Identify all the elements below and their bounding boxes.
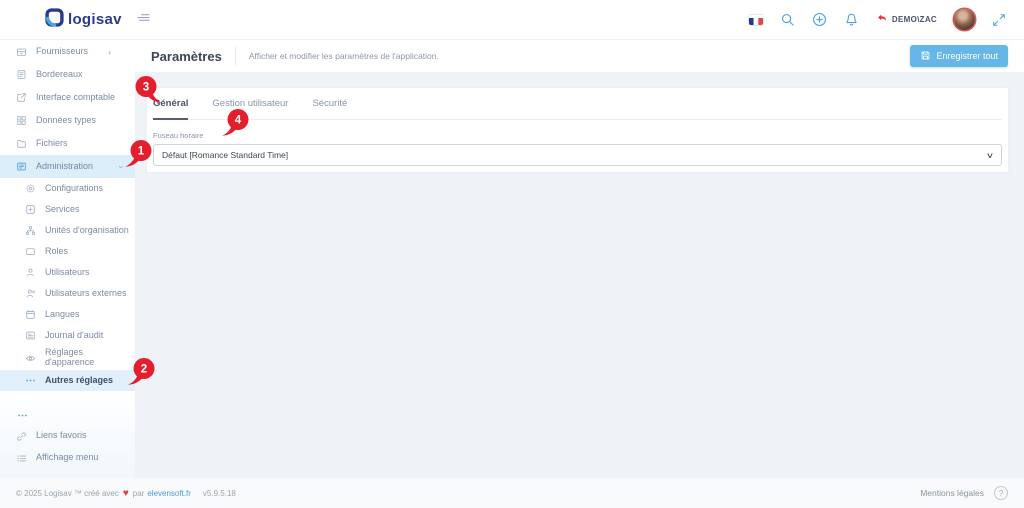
app-root: logisav bbox=[0, 0, 1024, 508]
sidebar-item-donnees-types[interactable]: Données types bbox=[0, 109, 135, 132]
chevron-right-icon: › bbox=[108, 47, 111, 57]
language-flag-icon[interactable] bbox=[749, 15, 763, 25]
chain-link-icon bbox=[16, 431, 27, 442]
sidebar-bottom-section: Liens favoris Affichage menu bbox=[0, 402, 135, 478]
sidebar-item-configurations[interactable]: Configurations bbox=[0, 178, 135, 199]
page-header: Paramètres Afficher et modifier les para… bbox=[135, 40, 1024, 72]
ellipsis-icon bbox=[25, 375, 36, 386]
user-avatar[interactable] bbox=[954, 9, 975, 30]
sidebar-item-roles[interactable]: Roles bbox=[0, 241, 135, 262]
admin-list-icon bbox=[16, 161, 27, 172]
top-header: logisav bbox=[0, 0, 1024, 40]
menu-toggle-icon[interactable] bbox=[136, 10, 151, 30]
ellipsis-icon bbox=[16, 410, 29, 421]
eye-icon bbox=[25, 353, 36, 364]
document-lines-icon bbox=[16, 69, 27, 80]
sidebar-item-reglages-apparence[interactable]: Réglages d'apparence bbox=[0, 346, 135, 370]
notifications-bell-icon[interactable] bbox=[844, 12, 859, 27]
svg-text:2: 2 bbox=[141, 363, 147, 375]
suppliers-box-icon bbox=[16, 46, 27, 57]
timezone-selected-value: Défaut [Romance Standard Time] bbox=[162, 150, 288, 160]
sidebar-item-affichage-menu[interactable]: Affichage menu bbox=[0, 447, 135, 469]
page-footer: © 2025 Logisav ™ créé avec ♥ par elevens… bbox=[0, 478, 1024, 508]
user-menu[interactable]: DEMO\ZAC bbox=[876, 11, 937, 29]
fullscreen-expand-icon[interactable] bbox=[992, 13, 1006, 27]
external-user-icon bbox=[25, 288, 36, 299]
copyright-text: © 2025 Logisav ™ créé avec bbox=[16, 489, 119, 498]
sidebar-item-bordereaux[interactable]: Bordereaux bbox=[0, 63, 135, 86]
audit-log-icon bbox=[25, 330, 36, 341]
tab-general[interactable]: Général bbox=[153, 98, 188, 109]
logo[interactable]: logisav bbox=[45, 8, 122, 32]
save-icon bbox=[920, 50, 931, 63]
select-chevron-icon: ∨ bbox=[986, 151, 994, 160]
sidebar-item-utilisateurs[interactable]: Utilisateurs bbox=[0, 262, 135, 283]
folder-icon bbox=[16, 138, 27, 149]
tab-gestion-utilisateur[interactable]: Gestion utilisateur bbox=[212, 98, 288, 109]
sidebar-item-langues[interactable]: Langues bbox=[0, 304, 135, 325]
user-icon bbox=[25, 267, 36, 278]
svg-text:1: 1 bbox=[138, 145, 145, 157]
settings-panel: Général Gestion utilisateur Sécurité Fus… bbox=[147, 88, 1008, 172]
by-text: par bbox=[133, 489, 145, 498]
help-icon[interactable]: ? bbox=[994, 486, 1008, 500]
sidebar-item-autres-reglages[interactable]: Autres réglages bbox=[0, 370, 135, 391]
elevensoft-link[interactable]: elevensoft.fr bbox=[147, 489, 191, 498]
topbar-actions: DEMO\ZAC bbox=[749, 9, 1006, 30]
version-label: v5.9.5.18 bbox=[203, 489, 236, 498]
sidebar-menu: Fournisseurs › Bordereaux Interface comp… bbox=[0, 40, 135, 391]
save-all-button[interactable]: Enregistrer tout bbox=[910, 45, 1008, 67]
sidebar-more-ellipsis[interactable] bbox=[0, 405, 135, 425]
sidebar-item-administration[interactable]: Administration › bbox=[0, 155, 135, 178]
sidebar: Fournisseurs › Bordereaux Interface comp… bbox=[0, 40, 135, 478]
impersonation-back-icon bbox=[876, 11, 888, 29]
sidebar-item-fichiers[interactable]: Fichiers bbox=[0, 132, 135, 155]
gear-icon bbox=[25, 183, 36, 194]
page-subtitle: Afficher et modifier les paramètres de l… bbox=[249, 51, 439, 61]
grid-icon bbox=[16, 115, 27, 126]
tab-bar: Général Gestion utilisateur Sécurité bbox=[153, 98, 1002, 120]
footer-right: Mentions légales ? bbox=[920, 486, 1008, 500]
sidebar-item-utilisateurs-externes[interactable]: Utilisateurs externes bbox=[0, 283, 135, 304]
plus-square-icon bbox=[25, 204, 36, 215]
sidebar-item-unites-organisation[interactable]: Unités d'organisation bbox=[0, 220, 135, 241]
sidebar-item-journal-audit[interactable]: Journal d'audit bbox=[0, 325, 135, 346]
title-divider bbox=[235, 47, 236, 65]
chevron-down-icon: › bbox=[117, 165, 127, 168]
sidebar-item-fournisseurs[interactable]: Fournisseurs › bbox=[0, 40, 135, 63]
org-chart-icon bbox=[25, 225, 36, 236]
sidebar-item-liens-favoris[interactable]: Liens favoris bbox=[0, 425, 135, 447]
calendar-icon bbox=[25, 309, 36, 320]
card-icon bbox=[25, 246, 36, 257]
heart-icon: ♥ bbox=[123, 488, 129, 499]
sidebar-item-services[interactable]: Services bbox=[0, 199, 135, 220]
mentions-legales-link[interactable]: Mentions légales bbox=[920, 488, 984, 498]
sidebar-item-interface-comptable[interactable]: Interface comptable bbox=[0, 86, 135, 109]
logo-text: logisav bbox=[68, 11, 122, 28]
logo-icon bbox=[45, 8, 64, 32]
add-circle-icon[interactable] bbox=[812, 12, 827, 27]
tab-securite[interactable]: Sécurité bbox=[312, 98, 347, 109]
search-icon[interactable] bbox=[780, 12, 795, 27]
timezone-label: Fuseau horaire bbox=[153, 131, 1002, 140]
external-link-icon bbox=[16, 92, 27, 103]
page-title: Paramètres bbox=[151, 49, 222, 64]
timezone-select[interactable]: Défaut [Romance Standard Time] ∨ bbox=[153, 144, 1002, 166]
username-label: DEMO\ZAC bbox=[892, 15, 937, 24]
menu-list-icon bbox=[16, 453, 27, 464]
